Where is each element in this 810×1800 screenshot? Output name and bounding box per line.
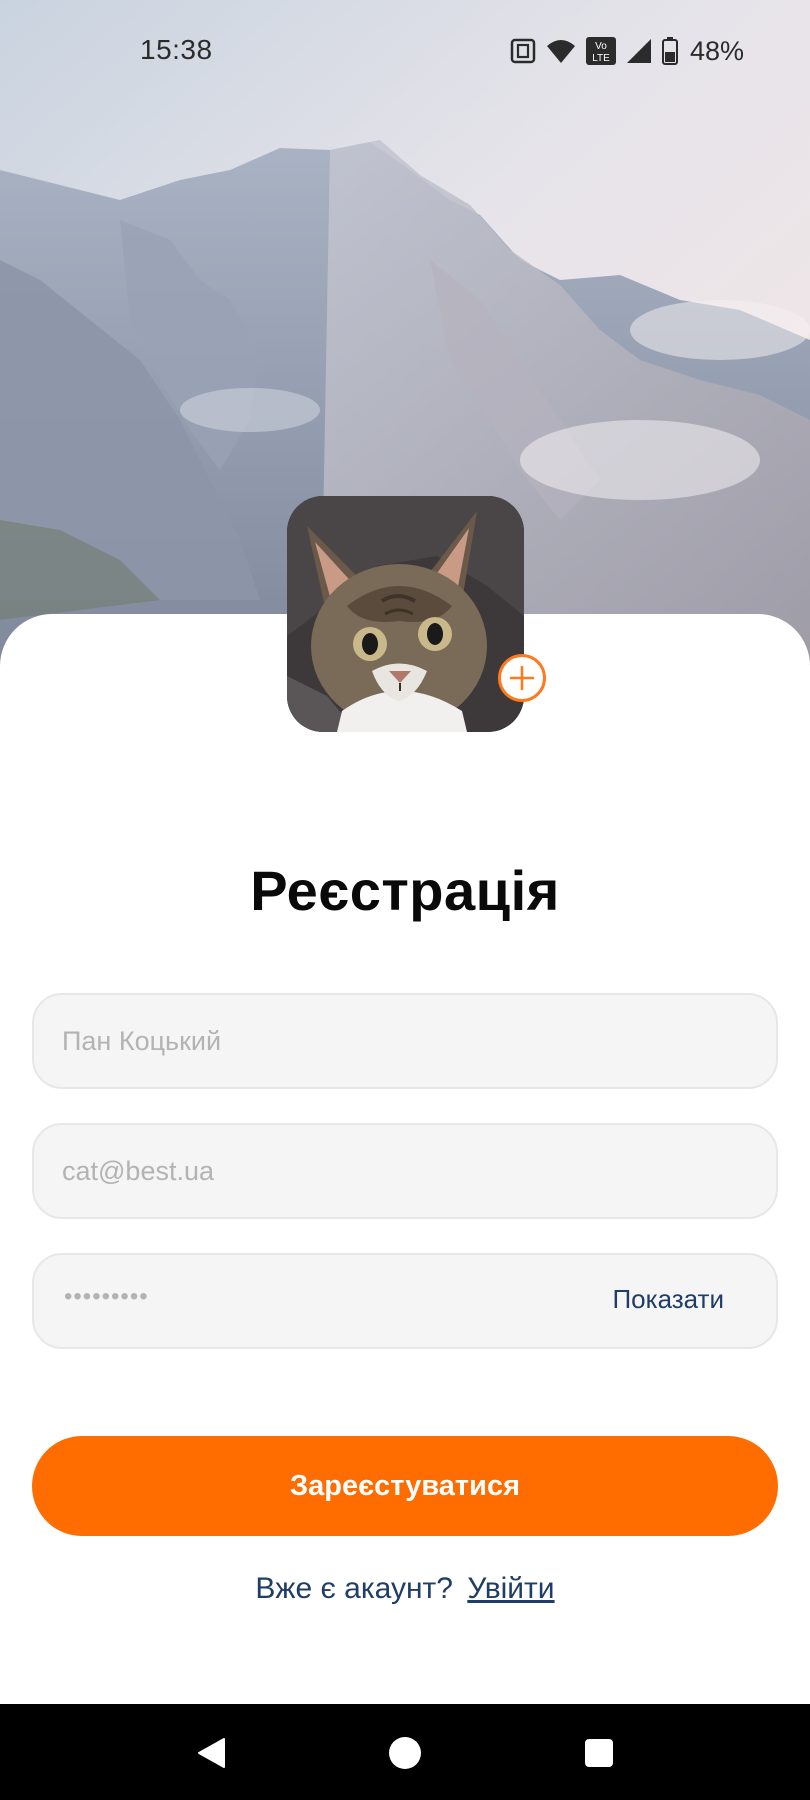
status-time: 15:38	[140, 34, 213, 65]
registration-screen: 15:38 Vo LTE 48% Реєстрація Пан Коцький …	[0, 0, 810, 1800]
status-icons: Vo LTE 48%	[510, 34, 744, 68]
plus-circle-icon	[509, 665, 535, 691]
back-icon	[198, 1738, 225, 1768]
recents-icon	[585, 1739, 613, 1767]
login-prompt: Вже є акаунт?	[255, 1572, 453, 1605]
status-bar: 15:38 Vo LTE 48%	[0, 0, 810, 104]
volte-icon: Vo LTE	[585, 37, 616, 65]
page-title: Реєстрація	[250, 859, 560, 922]
show-password-button[interactable]: Показати	[612, 1284, 724, 1315]
password-value: •••••••••	[64, 1283, 149, 1310]
login-row: Вже є акаунт? Увійти	[0, 1572, 810, 1606]
nfc-icon	[510, 38, 536, 64]
email-field[interactable]	[32, 1123, 778, 1219]
home-icon	[389, 1737, 421, 1769]
add-photo-button[interactable]	[498, 654, 546, 702]
home-button[interactable]	[380, 1728, 430, 1778]
back-button[interactable]	[186, 1728, 236, 1778]
recents-button[interactable]	[574, 1728, 624, 1778]
name-field[interactable]	[32, 993, 778, 1089]
battery-percent: 48%	[689, 35, 744, 66]
cat-photo-image	[287, 496, 524, 732]
battery-icon	[661, 37, 678, 65]
wifi-icon	[546, 38, 576, 64]
login-link[interactable]: Увійти	[467, 1572, 554, 1605]
password-field[interactable]: ••••••••• Показати	[32, 1253, 778, 1349]
email-input[interactable]	[62, 1125, 622, 1217]
navigation-bar	[0, 1704, 810, 1800]
name-input[interactable]	[62, 995, 622, 1087]
signal-icon	[626, 38, 652, 64]
svg-text:Vo: Vo	[595, 41, 607, 52]
register-button[interactable]: Зареєстуватися	[32, 1436, 778, 1536]
svg-text:LTE: LTE	[592, 53, 610, 64]
avatar[interactable]	[287, 496, 524, 732]
